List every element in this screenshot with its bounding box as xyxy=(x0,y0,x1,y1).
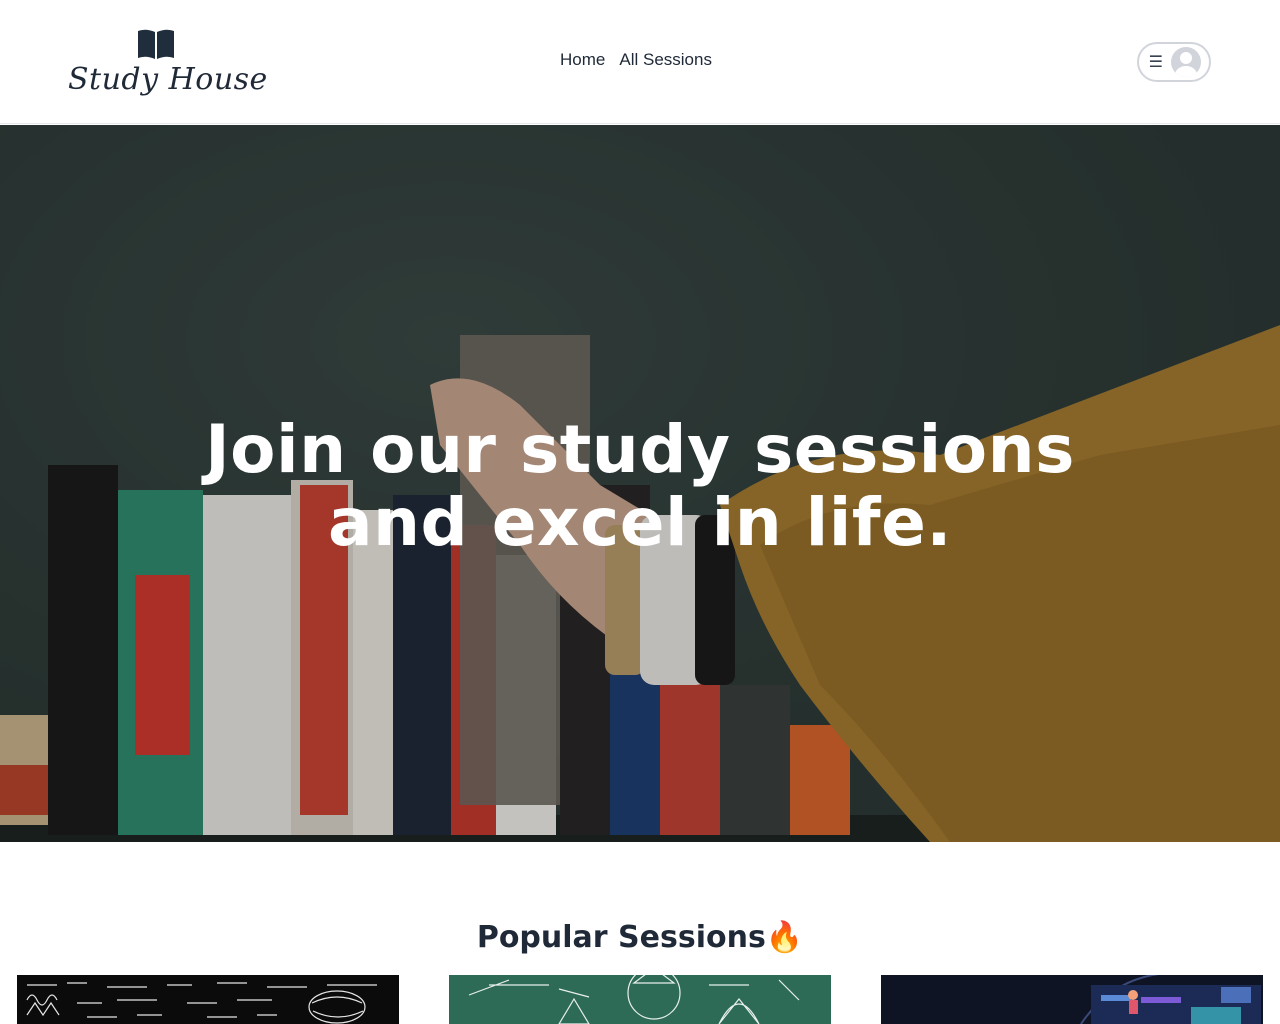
session-card-3[interactable] xyxy=(881,975,1263,1024)
geometry-chalkboard-image xyxy=(468,975,800,1024)
hero-title: Join our study sessions and excel in lif… xyxy=(0,413,1280,559)
user-menu-button[interactable]: ☰ xyxy=(1137,42,1211,82)
popular-sessions-heading: Popular Sessions🔥 xyxy=(0,920,1280,955)
book-icon xyxy=(138,29,174,59)
session-card-2[interactable] xyxy=(449,975,831,1024)
nav-all-sessions-link[interactable]: All Sessions xyxy=(619,50,712,70)
hero-title-line2: and excel in life. xyxy=(328,484,952,561)
fire-icon: 🔥 xyxy=(765,920,804,955)
site-header: Study House Home All Sessions ☰ xyxy=(0,0,1280,124)
dark-illustration-image xyxy=(881,975,1263,1024)
math-chalkboard-image xyxy=(26,982,377,1024)
hamburger-icon: ☰ xyxy=(1148,52,1163,71)
logo-wordmark: Study House xyxy=(68,62,268,97)
popular-sessions-title: Popular Sessions xyxy=(476,920,766,955)
hero-title-line1: Join our study sessions xyxy=(205,411,1075,488)
main-nav: Home All Sessions xyxy=(560,50,712,70)
user-avatar-icon xyxy=(1171,47,1201,77)
site-logo[interactable]: Study House xyxy=(68,26,267,106)
hero-banner: Join our study sessions and excel in lif… xyxy=(0,125,1280,842)
nav-home-link[interactable]: Home xyxy=(560,50,605,70)
session-card-1[interactable] xyxy=(17,975,399,1024)
